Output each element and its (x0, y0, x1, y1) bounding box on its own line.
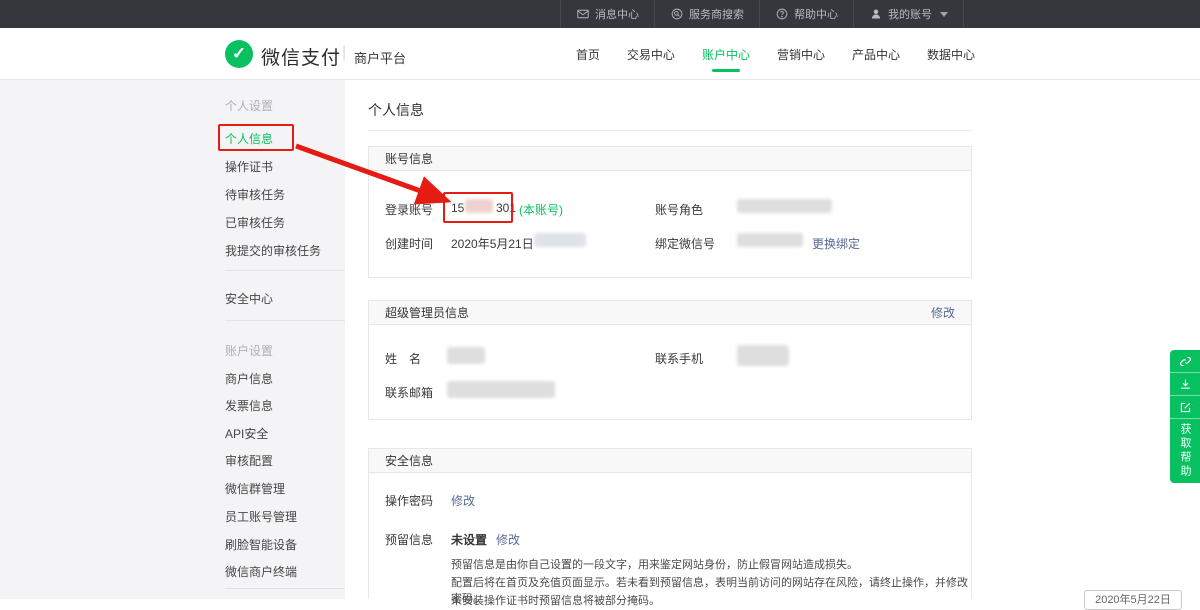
account-info-section-title: 账号信息 (385, 150, 433, 167)
sidebar-divider (225, 270, 345, 271)
created-time-value: 2020年5月21日 (451, 235, 534, 252)
title-divider (368, 130, 972, 131)
sidebar-item-invoice-info[interactable]: 发票信息 (225, 397, 273, 414)
wechat-pay-logo-icon[interactable]: ✓ (225, 40, 253, 68)
floating-help-widget: 获取帮助 (1170, 350, 1200, 483)
user-icon (869, 8, 882, 21)
nav-transaction-center[interactable]: 交易中心 (627, 28, 675, 80)
contact-phone-label: 联系手机 (655, 350, 703, 367)
my-account-menu[interactable]: 我的账号 (853, 0, 964, 28)
admin-edit-link[interactable]: 修改 (931, 304, 955, 321)
login-account-redacted (465, 199, 493, 213)
login-account-label: 登录账号 (385, 201, 433, 218)
name-redacted (447, 347, 485, 364)
nav-data-center[interactable]: 数据中心 (927, 28, 975, 80)
account-role-label: 账号角色 (655, 201, 703, 218)
sidebar-divider (225, 320, 345, 321)
operation-password-label: 操作密码 (385, 492, 433, 509)
rebind-link[interactable]: 更换绑定 (812, 235, 860, 252)
topbar-items: 消息中心 服务商搜索 帮助中心 我的账号 (560, 0, 964, 28)
main-nav: 首页 交易中心 账户中心 营销中心 产品中心 数据中心 (576, 28, 975, 80)
created-time-redacted (534, 233, 586, 247)
sidebar-item-pending-review-tasks[interactable]: 待审核任务 (225, 186, 285, 203)
created-time-label: 创建时间 (385, 235, 433, 252)
sidebar-item-my-submitted-review-tasks[interactable]: 我提交的审核任务 (225, 242, 321, 259)
help-center-menu[interactable]: 帮助中心 (759, 0, 853, 28)
brand-title: 微信支付 (261, 43, 341, 70)
topbar: 消息中心 服务商搜索 帮助中心 我的账号 (0, 0, 1200, 28)
reserved-info-desc-line3: 未安装操作证书时预留信息将被部分掩码。 (451, 592, 971, 608)
sidebar-item-operation-certificate[interactable]: 操作证书 (225, 158, 273, 175)
topbar-item-label: 我的账号 (888, 6, 932, 22)
login-account-suffix: 301 (496, 201, 516, 215)
reserved-info-edit-link[interactable]: 修改 (496, 531, 520, 548)
operation-password-edit-link[interactable]: 修改 (451, 492, 475, 509)
sidebar-item-face-smart-device[interactable]: 刷脸智能设备 (225, 536, 297, 553)
topbar-item-label: 服务商搜索 (689, 6, 744, 22)
edit-icon[interactable] (1170, 396, 1200, 419)
account-info-box-header: 账号信息 (369, 147, 971, 171)
topbar-item-label: 消息中心 (595, 6, 639, 22)
page-title: 个人信息 (368, 100, 424, 120)
contact-email-redacted (447, 381, 555, 398)
service-provider-search-menu[interactable]: 服务商搜索 (654, 0, 759, 28)
sidebar: 个人设置 个人信息 操作证书 待审核任务 已审核任务 我提交的审核任务 安全中心… (0, 80, 345, 599)
search-circle-icon (670, 8, 683, 21)
security-info-box-header: 安全信息 (369, 449, 971, 473)
sidebar-item-personal-info[interactable]: 个人信息 (225, 130, 273, 147)
current-account-tag: (本账号) (519, 201, 563, 218)
contact-phone-redacted (737, 345, 789, 366)
account-role-redacted (737, 199, 832, 213)
sidebar-item-merchant-info[interactable]: 商户信息 (225, 370, 273, 387)
contact-email-label: 联系邮箱 (385, 384, 433, 401)
reserved-info-desc-line1: 预留信息是由你自己设置的一段文字，用来鉴定网站身份，防止假冒网站造成损失。 (451, 556, 971, 572)
sidebar-item-security-center[interactable]: 安全中心 (225, 290, 273, 307)
sidebar-item-wechat-merchant-terminal[interactable]: 微信商户终端 (225, 563, 297, 580)
sidebar-divider (225, 588, 345, 589)
brand-subtitle: 商户平台 (354, 48, 406, 67)
nav-home[interactable]: 首页 (576, 28, 600, 80)
question-circle-icon (775, 8, 788, 21)
get-help-button[interactable]: 获取帮助 (1170, 419, 1200, 483)
sidebar-item-api-security[interactable]: API安全 (225, 425, 268, 442)
security-info-section-title: 安全信息 (385, 452, 433, 469)
topbar-item-label: 帮助中心 (794, 6, 838, 22)
link-icon[interactable] (1170, 350, 1200, 373)
nav-account-center[interactable]: 账户中心 (702, 28, 750, 80)
sidebar-item-reviewed-tasks[interactable]: 已审核任务 (225, 214, 285, 231)
nav-product-center[interactable]: 产品中心 (852, 28, 900, 80)
download-icon[interactable] (1170, 373, 1200, 396)
sidebar-header-account-settings: 账户设置 (225, 342, 273, 359)
reserved-info-value: 未设置 (451, 531, 487, 548)
bound-wechat-label: 绑定微信号 (655, 235, 715, 252)
message-center-menu[interactable]: 消息中心 (560, 0, 654, 28)
sidebar-header-personal-settings: 个人设置 (225, 97, 273, 114)
bound-wechat-redacted (737, 233, 803, 247)
brand-divider: | (342, 44, 346, 62)
sidebar-item-wechat-group-management[interactable]: 微信群管理 (225, 480, 285, 497)
date-tooltip: 2020年5月22日 (1084, 590, 1182, 610)
reserved-info-label: 预留信息 (385, 531, 433, 548)
envelope-icon (576, 8, 589, 21)
name-label: 姓 名 (385, 350, 421, 367)
nav-marketing-center[interactable]: 营销中心 (777, 28, 825, 80)
admin-info-section-title: 超级管理员信息 (385, 304, 469, 321)
sidebar-item-review-config[interactable]: 审核配置 (225, 452, 273, 469)
chevron-down-icon (940, 12, 948, 17)
admin-info-box-header: 超级管理员信息 修改 (369, 301, 971, 325)
logo-check-glyph: ✓ (232, 44, 246, 64)
login-account-prefix: 15 (451, 201, 464, 215)
header: ✓ 微信支付 | 商户平台 首页 交易中心 账户中心 营销中心 产品中心 数据中… (0, 28, 1200, 80)
sidebar-item-staff-account-management[interactable]: 员工账号管理 (225, 508, 297, 525)
